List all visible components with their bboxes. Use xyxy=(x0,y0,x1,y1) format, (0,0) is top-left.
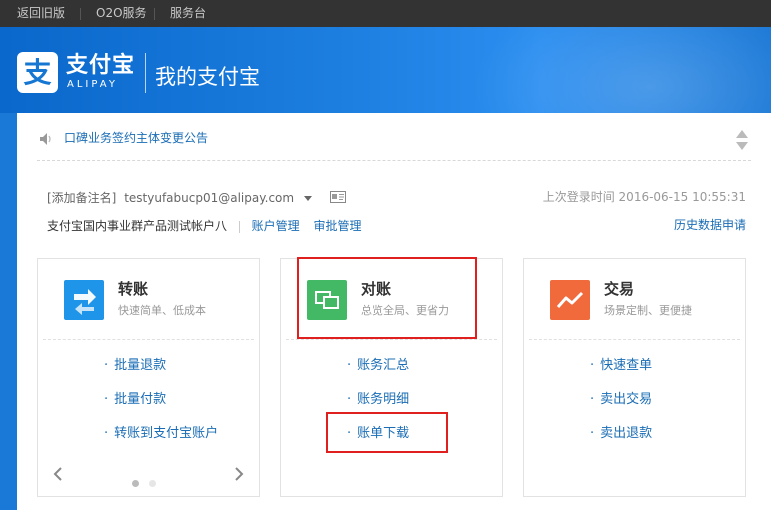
back-to-old-version-link[interactable]: 返回旧版 xyxy=(17,0,65,27)
card-subtitle: 快速简单、低成本 xyxy=(118,304,206,317)
page-title: 我的支付宝 xyxy=(155,65,260,89)
main-panel: 口碑业务签约主体变更公告 [添加备注名] testyufabucp01@alip… xyxy=(17,113,771,510)
divider xyxy=(80,8,81,20)
card-title[interactable]: 转账 xyxy=(118,280,148,298)
header-banner: 支 支付宝 ALIPAY 我的支付宝 xyxy=(0,27,771,113)
card-subtitle: 场景定制、更便捷 xyxy=(604,304,692,317)
dropdown-arrow-icon[interactable] xyxy=(303,196,312,201)
account-summary-link[interactable]: · 账务汇总 xyxy=(347,358,409,374)
notice-bar: 口碑业务签约主体变更公告 xyxy=(37,122,751,161)
account-name: 支付宝国内事业群产品测试帐户八 xyxy=(47,219,228,233)
id-card-icon[interactable] xyxy=(329,190,346,207)
account-details-link[interactable]: · 账务明细 xyxy=(347,392,409,408)
trade-chart-icon[interactable] xyxy=(550,280,590,320)
sell-trade-link[interactable]: · 卖出交易 xyxy=(590,392,652,408)
transfer-to-alipay-link[interactable]: · 转账到支付宝账户 xyxy=(104,426,218,442)
chevron-right-icon[interactable] xyxy=(234,466,244,486)
notice-text[interactable]: 口碑业务签约主体变更公告 xyxy=(64,130,208,146)
add-remark-link[interactable]: [添加备注名] xyxy=(47,191,116,205)
logo-divider xyxy=(145,53,146,93)
carousel-dots xyxy=(132,472,166,491)
last-login-time: 2016-06-15 10:55:31 xyxy=(618,190,746,204)
trade-card: 交易 场景定制、更便捷 · 快速查单 · 卖出交易 · 卖出退款 xyxy=(523,258,746,497)
account-management-link[interactable]: 账户管理 xyxy=(252,219,300,233)
logo-subtitle: ALIPAY xyxy=(67,79,118,90)
reconcile-highlight-box xyxy=(297,257,477,339)
last-login: 上次登录时间 2016-06-15 10:55:31 xyxy=(543,189,746,205)
account-info: [添加备注名] testyufabucp01@alipay.com xyxy=(47,190,346,207)
svg-text:支: 支 xyxy=(23,56,51,89)
batch-refund-link[interactable]: · 批量退款 xyxy=(104,358,166,374)
divider xyxy=(238,220,240,233)
logo-wordmark: 支付宝 xyxy=(66,53,136,78)
carousel-dot[interactable] xyxy=(149,480,156,487)
last-login-label: 上次登录时间 xyxy=(542,190,615,204)
account-email: testyufabucp01@alipay.com xyxy=(124,191,295,205)
alipay-logo-icon[interactable]: 支 xyxy=(17,52,58,93)
account-row: 支付宝国内事业群产品测试帐户八 账户管理 审批管理 xyxy=(47,218,372,234)
scroll-arrows-icon[interactable] xyxy=(735,129,749,155)
card-title[interactable]: 交易 xyxy=(604,280,634,298)
chevron-left-icon[interactable] xyxy=(53,466,63,486)
history-data-link[interactable]: 历史数据申请 xyxy=(674,217,746,233)
divider xyxy=(154,8,155,20)
bill-download-highlight-box xyxy=(326,412,448,453)
top-bar: 返回旧版 O2O服务 服务台 xyxy=(0,0,771,27)
service-desk-link[interactable]: 服务台 xyxy=(170,0,206,27)
batch-payment-link[interactable]: · 批量付款 xyxy=(104,392,166,408)
o2o-service-link[interactable]: O2O服务 xyxy=(96,0,147,27)
quick-order-lookup-link[interactable]: · 快速查单 xyxy=(590,358,652,374)
carousel-dot-active[interactable] xyxy=(132,480,139,487)
sell-refund-link[interactable]: · 卖出退款 xyxy=(590,426,652,442)
transfer-card: 转账 快速简单、低成本 · 批量退款 · 批量付款 · 转账到支付宝账户 xyxy=(37,258,260,497)
approval-management-link[interactable]: 审批管理 xyxy=(314,219,362,233)
speaker-icon xyxy=(38,131,54,151)
transfer-icon[interactable] xyxy=(64,280,104,320)
